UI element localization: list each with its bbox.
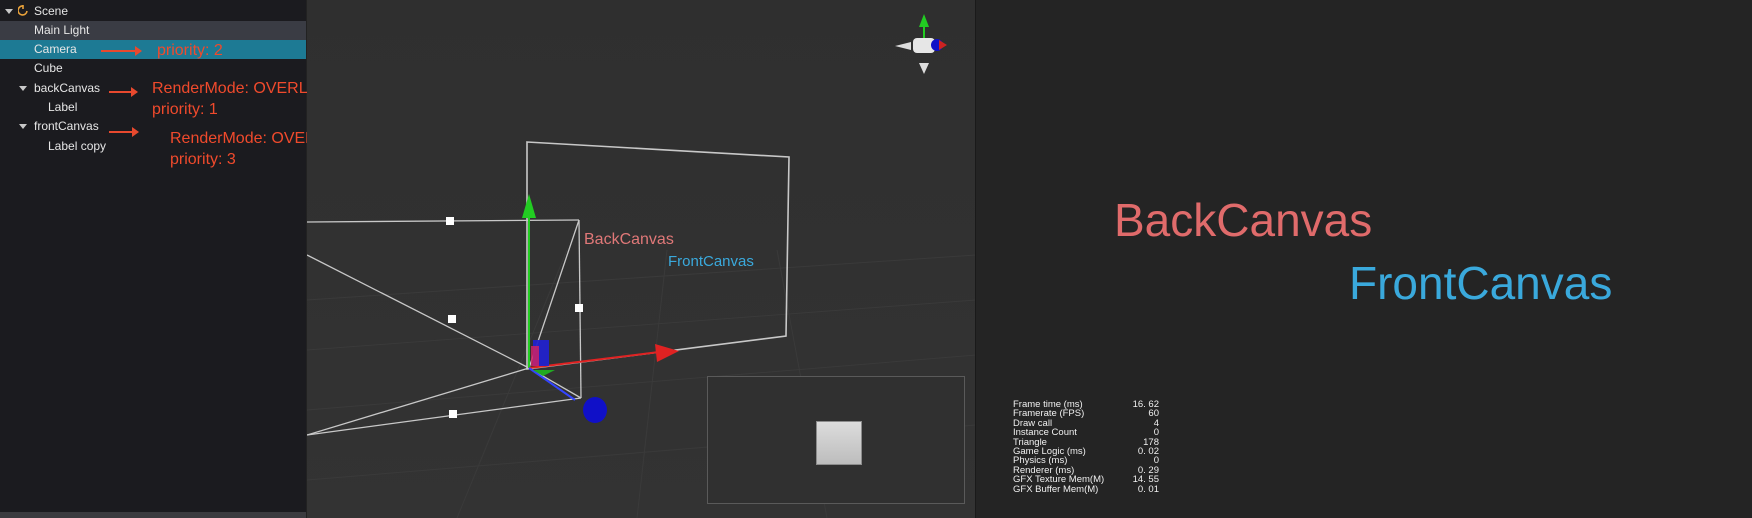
tree-node-label: Main Light [34, 23, 90, 37]
tree-node-camera[interactable]: Camera [0, 40, 306, 59]
annotation-back-priority: priority: 1 [152, 101, 218, 118]
camera-preview [707, 376, 965, 504]
tree-node-label: Camera [34, 42, 77, 56]
tree-node-label: Scene [34, 4, 69, 18]
tree-node-label: Cube [34, 61, 63, 75]
annotation-arrow [101, 46, 142, 56]
hierarchy-scrollbar[interactable] [0, 512, 306, 518]
game-back-canvas-label: BackCanvas [1114, 194, 1373, 246]
tree-node-cube[interactable]: Cube [0, 59, 306, 78]
scene-front-label: FrontCanvas [668, 253, 754, 270]
stats-label: GFX Buffer Mem(M) [1013, 483, 1099, 495]
annotation-arrow [109, 127, 139, 137]
tree-node-label: Label [48, 100, 78, 114]
game-front-canvas-label: FrontCanvas [1349, 257, 1613, 309]
tree-node-label: backCanvas [34, 81, 101, 95]
tree-node-label: Label copy [48, 139, 107, 153]
game-view[interactable]: BackCanvas FrontCanvas Frame time (ms) 16… [976, 0, 1752, 518]
annotation-arrow [109, 87, 138, 97]
scene-view[interactable]: BackCanvas FrontCanvas [307, 0, 976, 518]
tree-node-scene[interactable]: Scene [0, 2, 306, 21]
profiler-stats: Frame time (ms) 16. 62 Framerate (FPS) 60 … [1013, 400, 1159, 494]
tree-node-label: frontCanvas [34, 119, 99, 133]
scene-back-label: BackCanvas [584, 231, 674, 248]
annotation-camera-priority: priority: 2 [157, 42, 223, 59]
tree-node-main-light[interactable]: Main Light [0, 21, 306, 40]
expand-arrow-icon[interactable] [19, 124, 27, 129]
annotation-front-priority: priority: 3 [170, 151, 236, 168]
expand-arrow-icon[interactable] [5, 9, 13, 14]
stats-row: GFX Buffer Mem(M) 0. 01 [1013, 483, 1159, 495]
annotation-back-rendermode: RenderMode: OVERLAY [152, 80, 328, 97]
stats-value: 0. 01 [1137, 483, 1159, 495]
preview-cube [816, 421, 862, 465]
scene-icon [18, 5, 28, 16]
expand-arrow-icon[interactable] [19, 86, 27, 91]
